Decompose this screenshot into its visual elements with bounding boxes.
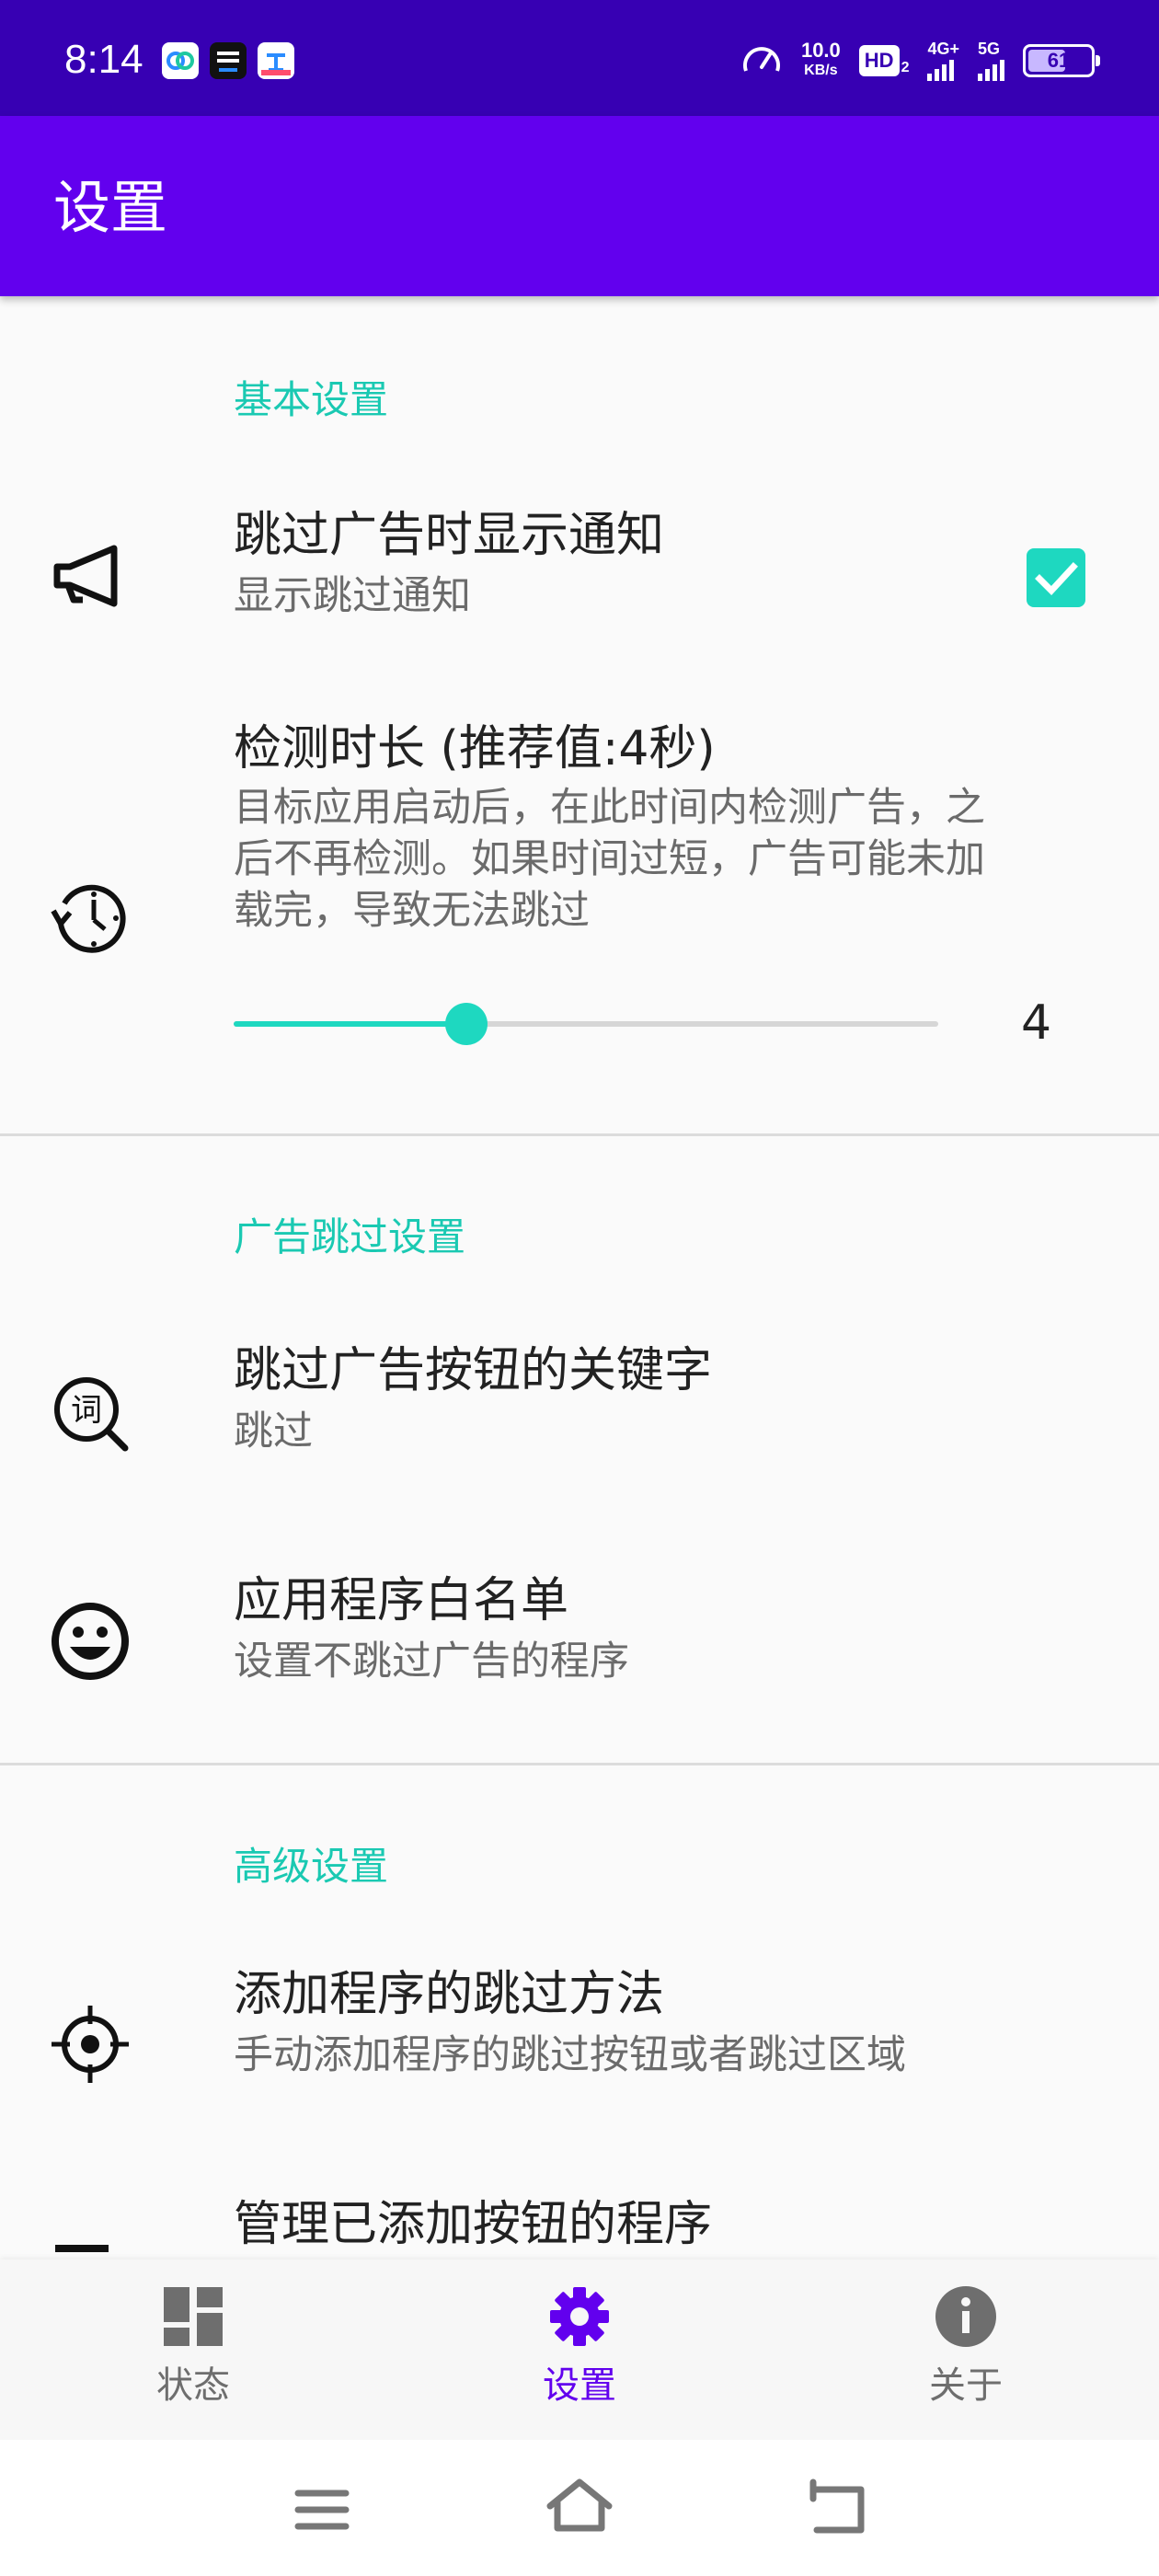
pref-title: 跳过广告时显示通知 [234,508,665,563]
settings-list[interactable]: 基本设置 跳过广告时显示通知 显示跳过通知 检测时长 (推荐值:4秒) 目标应用… [0,296,1159,2260]
crosshair-icon [52,2006,129,2083]
signal-4g: 4G+ [927,40,959,81]
nav-settings[interactable]: 设置 [442,2260,717,2440]
signal-bars-icon [978,57,1004,81]
page-title: 设置 [53,174,168,241]
slider-fill [234,1021,466,1027]
duration-slider[interactable] [234,1003,938,1045]
pref-add-skip-method[interactable]: 添加程序的跳过方法 手动添加程序的跳过按钮或者跳过区域 [0,1934,1159,2155]
pref-title: 添加程序的跳过方法 [234,1967,665,2022]
notification-app-icon [210,42,247,79]
section-title-skip: 广告跳过设置 [234,1214,466,1259]
pref-manage-apps[interactable]: 管理已添加按钮的程序 [0,2164,1159,2260]
nav-label: 关于 [929,2364,1003,2407]
keyword-search-icon: 词 [54,1377,129,1452]
info-icon [935,2286,996,2347]
pref-detect-duration[interactable]: 检测时长 (推荐值:4秒) 目标应用启动后，在此时间内检测广告，之 后不再检测。… [0,719,1159,1051]
dashboard-icon [164,2287,223,2346]
pref-summary-line: 后不再检测。如果时间过短，广告可能未加 [234,836,985,882]
status-indicators: 10.0 KB/s HD 2 4G+ 5G 61 [740,33,1100,88]
list-icon [55,2245,109,2252]
hd-sub: 2 [901,60,910,75]
system-navigation-bar [0,2440,1159,2576]
pref-title: 应用程序白名单 [234,1573,569,1628]
home-icon[interactable] [543,2473,616,2547]
status-bar: 8:14 10.0 KB/s HD 2 4G+ 5G 61 [0,0,1159,116]
app-bar: 设置 [0,116,1159,296]
net-speed-value: 10.0 [800,39,841,62]
pref-summary-line: 目标应用启动后，在此时间内检测广告，之 [234,785,985,831]
section-title-advanced: 高级设置 [234,1844,389,1889]
menu-icon[interactable] [285,2473,359,2547]
pref-show-notification[interactable]: 跳过广告时显示通知 显示跳过通知 [0,480,1159,683]
megaphone-icon [53,545,118,607]
pref-summary: 跳过 [234,1409,313,1455]
gear-icon [550,2287,609,2346]
nav-label: 设置 [543,2364,616,2407]
pref-title: 检测时长 (推荐值:4秒) [234,721,716,776]
divider [0,1763,1159,1765]
check-icon [1035,562,1078,596]
slider-thumb[interactable] [445,1003,488,1045]
pref-summary: 设置不跳过广告的程序 [234,1639,629,1685]
speedometer-icon [742,47,780,72]
smiley-icon [52,1603,129,1680]
slider-value: 4 [1021,995,1052,1051]
pref-app-whitelist[interactable]: 应用程序白名单 设置不跳过广告的程序 [0,1538,1159,1759]
signal-bars-icon [927,57,955,81]
battery-icon: 61 [1023,44,1100,77]
net-speed-unit: KB/s [804,63,838,78]
pref-skip-keywords[interactable]: 词 跳过广告按钮的关键字 跳过 [0,1308,1159,1529]
signal-5g: 5G [978,40,1004,81]
notification-app-icon [258,42,294,79]
nav-label: 状态 [156,2364,230,2407]
hd-badge: HD [858,45,900,76]
notification-app-icon [162,42,199,79]
divider [0,1133,1159,1136]
hd-indicator: HD 2 [858,45,910,76]
status-time: 8:14 [64,37,143,82]
net-speed: 10.0 KB/s [801,40,841,81]
pref-title: 管理已添加按钮的程序 [234,2197,713,2252]
timer-history-icon [51,884,126,953]
notify-checkbox[interactable] [1027,548,1085,607]
nav-status[interactable]: 状态 [55,2260,331,2440]
svg-text:词: 词 [71,1392,102,1429]
nav-about[interactable]: 关于 [828,2260,1104,2440]
section-title-basic: 基本设置 [234,377,389,422]
back-icon[interactable] [800,2473,874,2547]
bottom-navigation: 状态 设置 关于 [0,2260,1159,2440]
pref-summary: 手动添加程序的跳过按钮或者跳过区域 [234,2032,906,2078]
signal-4g-label: 4G+ [927,40,959,58]
battery-level: 61 [1047,49,1071,72]
pref-summary-line: 载完，导致无法跳过 [234,888,590,934]
signal-5g-label: 5G [978,40,1001,58]
pref-title: 跳过广告按钮的关键字 [234,1343,713,1398]
pref-summary: 显示跳过通知 [234,573,471,619]
